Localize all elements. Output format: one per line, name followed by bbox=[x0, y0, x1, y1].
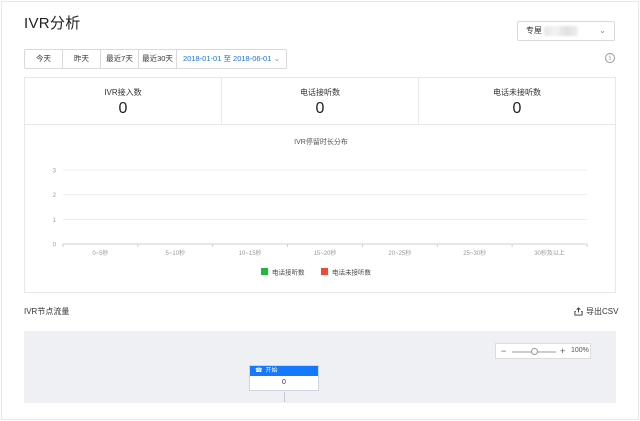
flow-canvas[interactable]: − + 100% ☎ 开始 0 bbox=[24, 331, 616, 403]
y-tick-label: 1 bbox=[53, 218, 57, 224]
filter-yesterday-button[interactable]: 昨天 bbox=[63, 50, 101, 68]
stat-value: 0 bbox=[315, 100, 325, 117]
chart-title: IVR停留时长分布 bbox=[294, 137, 348, 146]
y-tick-label: 0 bbox=[53, 243, 57, 249]
info-icon[interactable]: i bbox=[605, 53, 615, 63]
zoom-in-button[interactable]: + bbox=[560, 346, 565, 356]
legend-swatch bbox=[321, 268, 328, 275]
stat-value: 0 bbox=[512, 100, 522, 117]
stat-label: 电话未接听数 bbox=[493, 88, 541, 97]
stat-label: IVR接入数 bbox=[104, 88, 142, 97]
date-range-value: 2018-01-01 至 2018-06-01 bbox=[183, 54, 272, 63]
y-tick-label: 3 bbox=[53, 169, 57, 175]
zoom-slider-handle[interactable] bbox=[531, 348, 538, 355]
filter-last30-button[interactable]: 最近30天 bbox=[139, 50, 177, 68]
chevron-down-icon: ⌄ bbox=[273, 54, 280, 63]
export-icon bbox=[574, 307, 583, 316]
zoom-out-button[interactable]: − bbox=[501, 346, 506, 356]
flow-start-node[interactable]: ☎ 开始 0 bbox=[249, 365, 319, 402]
page-title: IVR分析 bbox=[24, 15, 81, 32]
x-tick-label: 20~25秒 bbox=[388, 249, 411, 257]
stat-unanswered: 电话未接听数 0 bbox=[419, 78, 615, 124]
stats-panel: IVR接入数 0 电话接听数 0 电话未接听数 0 bbox=[24, 77, 616, 125]
chevron-down-icon: ⌄ bbox=[599, 26, 606, 35]
zoom-control: − + 100% bbox=[495, 343, 591, 359]
store-name-blurred bbox=[544, 26, 578, 36]
legend-label: 电话未接听数 bbox=[332, 268, 372, 277]
export-csv-button[interactable]: 导出CSV bbox=[574, 306, 618, 317]
x-tick-label: 10~15秒 bbox=[239, 249, 262, 257]
date-range-picker[interactable]: 2018-01-01 至 2018-06-01 ⌄ bbox=[177, 50, 286, 68]
legend-swatch bbox=[261, 268, 268, 275]
export-csv-label: 导出CSV bbox=[586, 307, 619, 316]
x-tick-label: 30秒及以上 bbox=[534, 249, 565, 257]
filter-last7-button[interactable]: 最近7天 bbox=[101, 50, 139, 68]
x-tick-label: 25~30秒 bbox=[463, 249, 486, 257]
x-tick-label: 5~10秒 bbox=[166, 249, 186, 257]
zoom-percent: 100% bbox=[571, 347, 589, 354]
y-tick-label: 2 bbox=[53, 193, 57, 199]
stat-ivr-access: IVR接入数 0 bbox=[25, 78, 222, 124]
filter-today-button[interactable]: 今天 bbox=[25, 50, 63, 68]
stat-value: 0 bbox=[118, 100, 128, 117]
flow-section-title: IVR节点流量 bbox=[24, 307, 70, 316]
start-node-header: ☎ 开始 bbox=[250, 366, 318, 376]
stat-answered: 电话接听数 0 bbox=[222, 78, 419, 124]
duration-chart: IVR停留时长分布 0 1 2 3 0~5秒 5~10秒 10~15秒 15~20秒 20~25秒… bbox=[53, 137, 588, 277]
legend-label: 电话接听数 bbox=[272, 268, 305, 277]
start-node-label: 开始 bbox=[265, 368, 278, 374]
date-filter-bar: 今天 昨天 最近7天 最近30天 2018-01-01 至 2018-06-01… bbox=[24, 49, 287, 69]
store-select-label: 专屋 bbox=[526, 26, 542, 35]
store-select[interactable]: 专屋 ⌄ bbox=[517, 21, 615, 41]
phone-icon: ☎ bbox=[255, 368, 263, 374]
start-node-count: 0 bbox=[282, 379, 286, 386]
stat-label: 电话接听数 bbox=[300, 88, 340, 97]
node-connector bbox=[284, 392, 285, 402]
x-tick-label: 15~20秒 bbox=[314, 249, 337, 257]
duration-chart-panel: IVR停留时长分布 0 1 2 3 0~5秒 5~10秒 10~15秒 15~20秒 20~25秒… bbox=[24, 125, 616, 293]
x-tick-label: 0~5秒 bbox=[92, 249, 108, 257]
